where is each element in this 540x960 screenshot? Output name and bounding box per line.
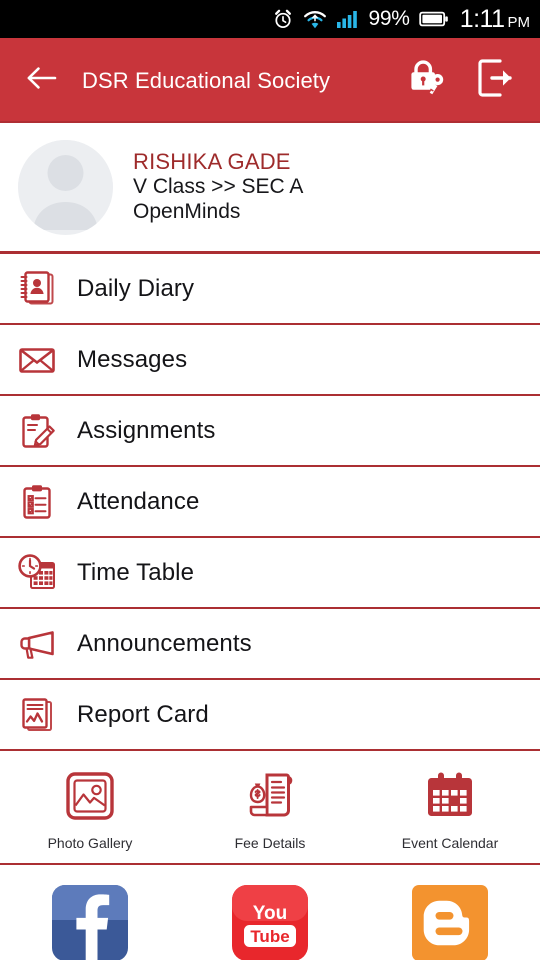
- megaphone-icon: [14, 621, 60, 667]
- app-screen: 99% 1:11 PM DSR Educational Society RISH…: [0, 0, 540, 960]
- grid-item-fee-details[interactable]: Fee Details: [180, 765, 360, 851]
- student-school: OpenMinds: [133, 199, 241, 223]
- status-time: 1:11 PM: [460, 5, 530, 34]
- youtube-icon: You Tube: [230, 883, 310, 960]
- svg-text:Tube: Tube: [250, 927, 289, 946]
- profile-section[interactable]: RISHIKA GADE V Class >> SEC A OpenMinds: [0, 123, 540, 251]
- menu-item-label: Assignments: [77, 416, 216, 444]
- grid-item-event-calendar[interactable]: Event Calendar: [360, 765, 540, 851]
- svg-text:You: You: [253, 903, 287, 924]
- menu-item-label: Report Card: [77, 700, 209, 728]
- page-title: DSR Educational Society: [82, 67, 331, 93]
- clock-ampm-label: PM: [507, 13, 531, 31]
- grid-item-label: Photo Gallery: [47, 835, 133, 851]
- menu-item-attendance[interactable]: Attendance: [0, 467, 540, 536]
- social-links: You Tube: [0, 865, 540, 960]
- profile-details: RISHIKA GADE V Class >> SEC A OpenMinds: [133, 149, 303, 224]
- social-link-facebook[interactable]: [0, 883, 180, 960]
- social-link-youtube[interactable]: You Tube: [180, 883, 360, 960]
- shortcut-grid: Photo Gallery Fee Details Event Calendar: [0, 751, 540, 863]
- clock-time-label: 1:11: [459, 4, 505, 33]
- facebook-icon: [50, 883, 130, 960]
- clipboard-pencil-icon: [14, 408, 60, 454]
- grid-item-photo-gallery[interactable]: Photo Gallery: [0, 765, 180, 851]
- grid-item-label: Fee Details: [234, 835, 306, 851]
- avatar-placeholder-icon: [18, 139, 113, 235]
- social-link-blogger[interactable]: [360, 883, 540, 960]
- report-chart-icon: [14, 692, 60, 738]
- menu-item-label: Attendance: [77, 487, 200, 515]
- photo-gallery-icon: [63, 765, 117, 827]
- menu-item-announcements[interactable]: Announcements: [0, 609, 540, 678]
- cellular-signal-icon: [336, 9, 360, 29]
- menu-item-messages[interactable]: Messages: [0, 325, 540, 394]
- menu-item-label: Daily Diary: [77, 274, 195, 302]
- blogger-icon: [410, 883, 490, 960]
- envelope-icon: [14, 337, 60, 383]
- battery-full-icon: [418, 10, 449, 28]
- checklist-clipboard-icon: [14, 479, 60, 525]
- menu-item-label: Announcements: [77, 629, 252, 657]
- logout-icon: [476, 57, 516, 104]
- menu-item-label: Time Table: [77, 558, 195, 586]
- back-button[interactable]: [20, 59, 64, 103]
- app-bar-actions: [404, 55, 520, 106]
- menu-list: Daily Diary Messages Assignments Attenda…: [0, 254, 540, 751]
- student-class: V Class >> SEC A: [133, 175, 304, 199]
- money-invoice-icon: [243, 765, 297, 827]
- battery-percent-label: 99%: [368, 7, 410, 30]
- avatar: [18, 139, 113, 235]
- alarm-clock-icon: [272, 8, 294, 30]
- status-bar: 99% 1:11 PM: [0, 0, 540, 38]
- menu-item-report-card[interactable]: Report Card: [0, 680, 540, 749]
- back-arrow-icon: [26, 65, 58, 96]
- change-password-button[interactable]: [404, 55, 450, 106]
- menu-item-label: Messages: [77, 345, 188, 373]
- lock-key-icon: [404, 55, 450, 106]
- app-bar: DSR Educational Society: [0, 38, 540, 123]
- address-book-icon: [14, 266, 60, 312]
- wifi-icon: [303, 9, 327, 30]
- student-name: RISHIKA GADE: [133, 149, 291, 175]
- grid-item-label: Event Calendar: [401, 835, 499, 851]
- menu-item-assignments[interactable]: Assignments: [0, 396, 540, 465]
- calendar-icon: [423, 765, 477, 827]
- logout-button[interactable]: [476, 57, 516, 104]
- menu-item-daily-diary[interactable]: Daily Diary: [0, 254, 540, 323]
- menu-item-time-table[interactable]: Time Table: [0, 538, 540, 607]
- clock-calendar-icon: [14, 550, 60, 596]
